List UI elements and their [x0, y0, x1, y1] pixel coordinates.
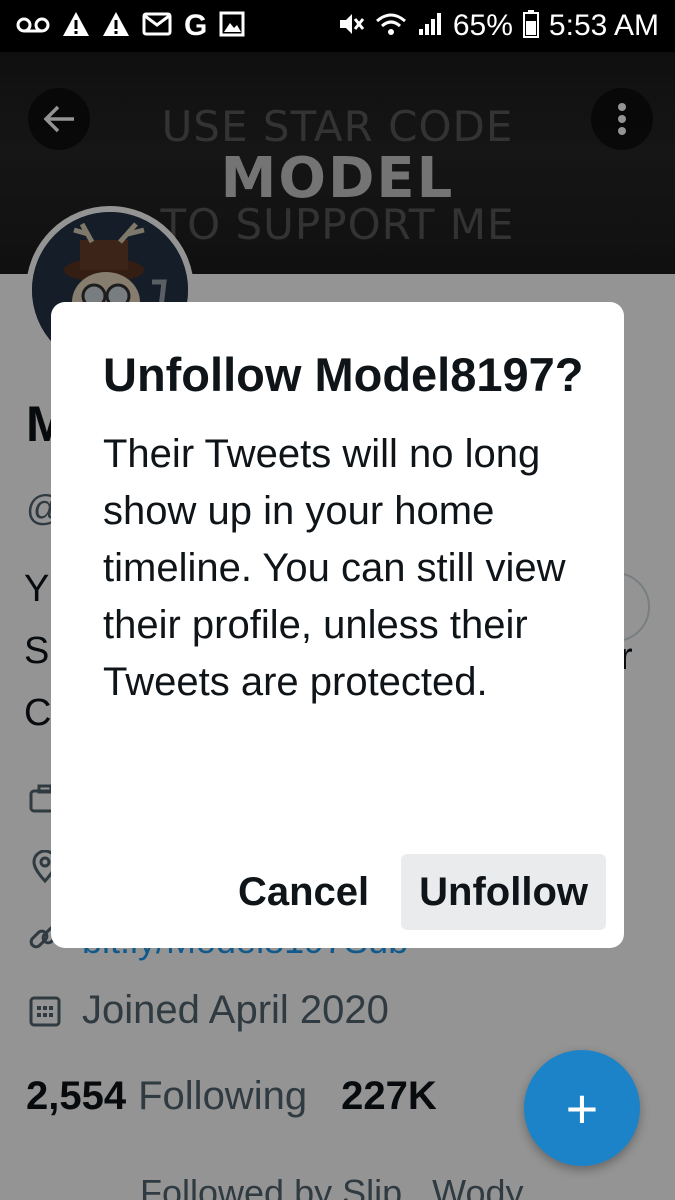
unfollow-dialog: Unfollow Model8197? Their Tweets will no…	[51, 302, 624, 948]
dialog-message: Their Tweets will no long show up in you…	[103, 432, 566, 704]
plus-icon: +	[565, 1076, 599, 1140]
signal-icon	[417, 11, 443, 41]
dialog-actions: Cancel Unfollow	[220, 854, 606, 930]
battery-icon	[522, 10, 539, 42]
google-icon: G	[184, 9, 208, 42]
dialog-title: Unfollow Model8197?	[103, 348, 584, 401]
status-bar: G 65% 5:53 AM	[0, 0, 675, 52]
image-icon	[219, 11, 245, 41]
warning-icon	[102, 11, 130, 41]
unfollow-button[interactable]: Unfollow	[401, 854, 606, 930]
warning-icon	[62, 11, 90, 41]
mute-icon	[337, 11, 365, 41]
battery-percent: 65%	[452, 9, 513, 42]
system-status: 65% 5:53 AM	[337, 9, 659, 43]
cancel-button[interactable]: Cancel	[220, 854, 387, 930]
compose-tweet-button[interactable]: +	[524, 1050, 640, 1166]
mail-icon	[142, 12, 172, 40]
clock: 5:53 AM	[548, 9, 659, 42]
wifi-icon	[375, 11, 407, 41]
notification-icons: G	[16, 11, 245, 41]
voicemail-icon	[16, 13, 50, 39]
